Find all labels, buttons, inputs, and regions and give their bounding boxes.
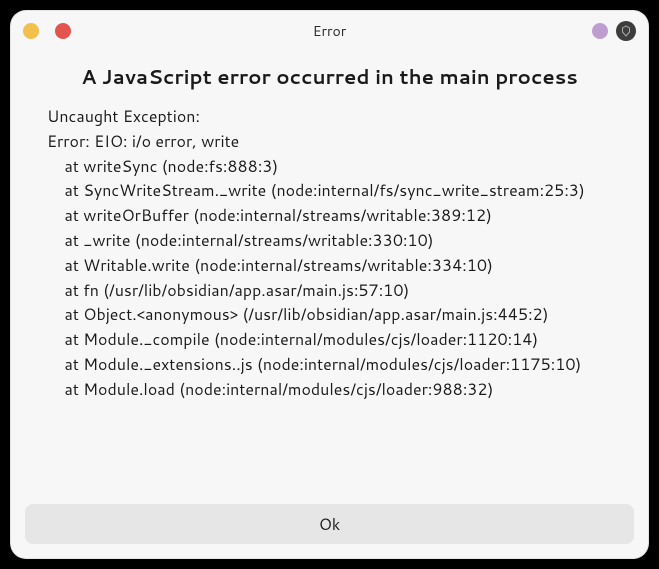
window-controls <box>23 23 71 39</box>
app-icon[interactable] <box>616 21 636 41</box>
stack-frame: at Object.<anonymous> (/usr/lib/obsidian… <box>65 303 549 326</box>
exception-intro: Uncaught Exception: <box>47 105 200 128</box>
close-icon[interactable] <box>55 23 71 39</box>
stack-frame: at Module.load (node:internal/modules/cj… <box>65 378 494 401</box>
error-heading: A JavaScript error occurred in the main … <box>47 63 612 91</box>
error-dialog-window: Error A JavaScript error occurred in the… <box>10 10 649 559</box>
minimize-icon[interactable] <box>23 23 39 39</box>
window-title: Error <box>11 21 648 41</box>
titlebar-right <box>592 21 636 41</box>
stack-frame: at fn (/usr/lib/obsidian/app.asar/main.j… <box>65 279 410 302</box>
stack-frame: at writeSync (node:fs:888:3) <box>65 155 279 178</box>
stack-frame: at Module._extensions..js (node:internal… <box>65 353 582 376</box>
dialog-footer: Ok <box>11 494 648 558</box>
stack-frame: at writeOrBuffer (node:internal/streams/… <box>65 204 492 227</box>
titlebar[interactable]: Error <box>11 11 648 51</box>
ok-button[interactable]: Ok <box>25 504 634 544</box>
stack-frame: at Module._compile (node:internal/module… <box>65 328 539 351</box>
stack-frame: at Writable.write (node:internal/streams… <box>65 254 493 277</box>
status-icon[interactable] <box>592 23 608 39</box>
dialog-content: A JavaScript error occurred in the main … <box>11 51 648 494</box>
stack-frame: at _write (node:internal/streams/writabl… <box>65 229 434 252</box>
stack-frame: at SyncWriteStream._write (node:internal… <box>65 179 585 202</box>
error-line: Error: EIO: i/o error, write <box>47 130 239 153</box>
error-body: Uncaught Exception: Error: EIO: i/o erro… <box>47 105 612 403</box>
